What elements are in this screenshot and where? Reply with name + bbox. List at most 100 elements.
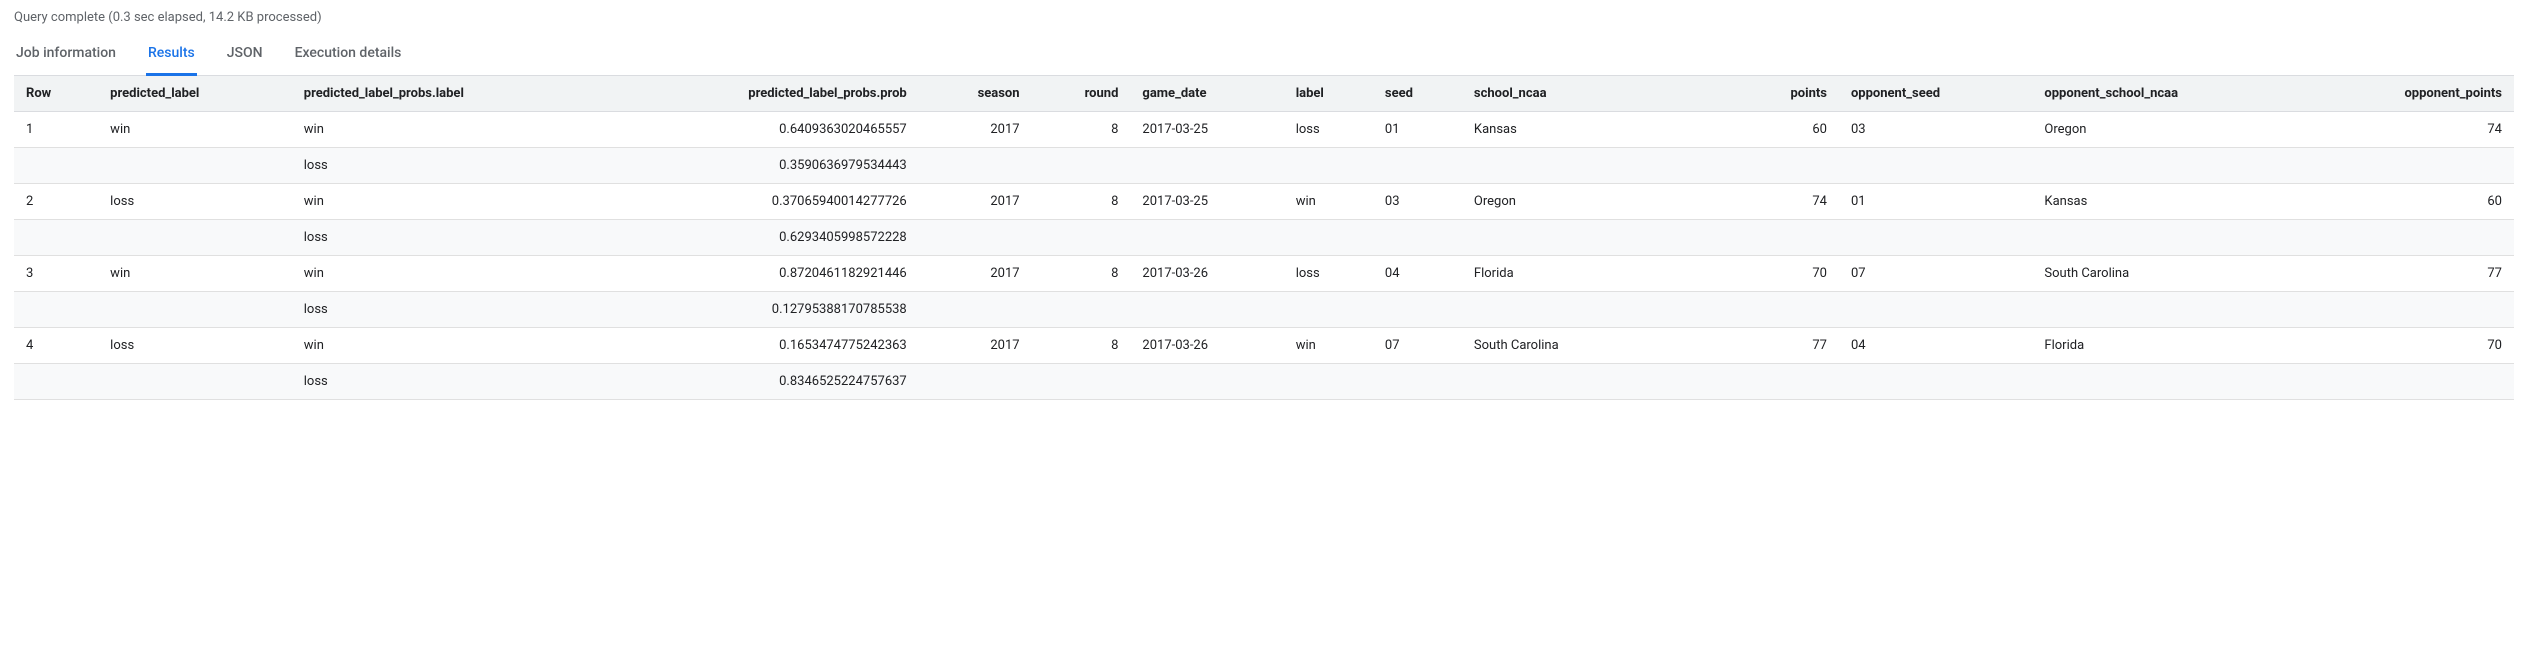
cell-opponent-seed [1839, 292, 2032, 328]
cell-row [14, 148, 98, 184]
cell-points [1736, 220, 1839, 256]
cell-points [1736, 148, 1839, 184]
cell-row [14, 292, 98, 328]
cell-prob-value: 0.6293405998572228 [607, 220, 919, 256]
cell-opponent-seed: 04 [1839, 328, 2032, 364]
cell-school-ncaa [1462, 220, 1736, 256]
cell-game-date [1130, 292, 1283, 328]
cell-seed [1373, 364, 1462, 400]
cell-predicted-label [98, 220, 292, 256]
table-row: 3winwin0.8720461182921446201782017-03-26… [14, 256, 2514, 292]
cell-opponent-points: 60 [2306, 184, 2514, 220]
cell-label: loss [1284, 256, 1373, 292]
cell-opponent-points: 74 [2306, 112, 2514, 148]
cell-season [919, 364, 1032, 400]
cell-opponent-points: 77 [2306, 256, 2514, 292]
cell-school-ncaa: Oregon [1462, 184, 1736, 220]
cell-prob-value: 0.8720461182921446 [607, 256, 919, 292]
cell-game-date: 2017-03-26 [1130, 256, 1283, 292]
cell-label [1284, 292, 1373, 328]
cell-opponent-seed: 03 [1839, 112, 2032, 148]
cell-points [1736, 292, 1839, 328]
cell-prob-label: loss [292, 220, 607, 256]
cell-round: 8 [1032, 328, 1131, 364]
col-predicted-probs-prob: predicted_label_probs.prob [607, 76, 919, 112]
cell-predicted-label: loss [98, 328, 292, 364]
cell-points: 74 [1736, 184, 1839, 220]
col-opponent-points: opponent_points [2306, 76, 2514, 112]
cell-season [919, 292, 1032, 328]
tab-results[interactable]: Results [146, 35, 197, 76]
cell-opponent-school-ncaa: Oregon [2032, 112, 2306, 148]
cell-points [1736, 364, 1839, 400]
col-opponent-seed: opponent_seed [1839, 76, 2032, 112]
cell-prob-value: 0.3590636979534443 [607, 148, 919, 184]
cell-school-ncaa [1462, 148, 1736, 184]
cell-prob-label: loss [292, 148, 607, 184]
cell-opponent-seed [1839, 148, 2032, 184]
cell-prob-value: 0.12795388170785538 [607, 292, 919, 328]
cell-school-ncaa [1462, 292, 1736, 328]
cell-prob-value: 0.6409363020465557 [607, 112, 919, 148]
cell-round [1032, 148, 1131, 184]
cell-prob-label: loss [292, 364, 607, 400]
table-row: 1winwin0.6409363020465557201782017-03-25… [14, 112, 2514, 148]
cell-game-date: 2017-03-26 [1130, 328, 1283, 364]
col-seed: seed [1373, 76, 1462, 112]
table-subrow: loss0.8346525224757637 [14, 364, 2514, 400]
col-predicted-label: predicted_label [98, 76, 292, 112]
cell-label: win [1284, 328, 1373, 364]
cell-label [1284, 364, 1373, 400]
cell-row: 3 [14, 256, 98, 292]
col-predicted-probs-label: predicted_label_probs.label [292, 76, 607, 112]
cell-predicted-label: win [98, 112, 292, 148]
cell-round [1032, 292, 1131, 328]
cell-season: 2017 [919, 256, 1032, 292]
cell-school-ncaa [1462, 364, 1736, 400]
cell-prob-label: win [292, 184, 607, 220]
cell-game-date [1130, 364, 1283, 400]
cell-row [14, 220, 98, 256]
tab-json[interactable]: JSON [225, 35, 265, 76]
col-round: round [1032, 76, 1131, 112]
cell-prob-value: 0.37065940014277726 [607, 184, 919, 220]
table-subrow: loss0.12795388170785538 [14, 292, 2514, 328]
cell-prob-label: win [292, 112, 607, 148]
cell-season: 2017 [919, 112, 1032, 148]
cell-game-date: 2017-03-25 [1130, 112, 1283, 148]
cell-label [1284, 148, 1373, 184]
cell-opponent-points [2306, 292, 2514, 328]
cell-round [1032, 364, 1131, 400]
cell-season [919, 148, 1032, 184]
cell-predicted-label [98, 148, 292, 184]
cell-school-ncaa: Florida [1462, 256, 1736, 292]
cell-prob-label: win [292, 256, 607, 292]
cell-seed: 04 [1373, 256, 1462, 292]
cell-predicted-label: win [98, 256, 292, 292]
cell-opponent-school-ncaa [2032, 148, 2306, 184]
tab-execution-details[interactable]: Execution details [293, 35, 404, 76]
cell-round: 8 [1032, 256, 1131, 292]
results-body: 1winwin0.6409363020465557201782017-03-25… [14, 112, 2514, 400]
cell-opponent-school-ncaa: Florida [2032, 328, 2306, 364]
cell-prob-label: loss [292, 292, 607, 328]
cell-opponent-seed: 07 [1839, 256, 2032, 292]
cell-opponent-points [2306, 364, 2514, 400]
cell-predicted-label: loss [98, 184, 292, 220]
cell-opponent-school-ncaa [2032, 292, 2306, 328]
cell-opponent-school-ncaa [2032, 220, 2306, 256]
cell-season [919, 220, 1032, 256]
query-status: Query complete (0.3 sec elapsed, 14.2 KB… [14, 10, 2514, 25]
cell-opponent-points [2306, 148, 2514, 184]
results-table: Row predicted_label predicted_label_prob… [14, 76, 2514, 400]
cell-seed [1373, 148, 1462, 184]
tab-job-information[interactable]: Job information [14, 35, 118, 76]
cell-opponent-school-ncaa: South Carolina [2032, 256, 2306, 292]
table-row: 4losswin0.1653474775242363201782017-03-2… [14, 328, 2514, 364]
cell-row [14, 364, 98, 400]
cell-school-ncaa: Kansas [1462, 112, 1736, 148]
cell-game-date [1130, 220, 1283, 256]
cell-points: 60 [1736, 112, 1839, 148]
table-row: 2losswin0.37065940014277726201782017-03-… [14, 184, 2514, 220]
cell-game-date: 2017-03-25 [1130, 184, 1283, 220]
